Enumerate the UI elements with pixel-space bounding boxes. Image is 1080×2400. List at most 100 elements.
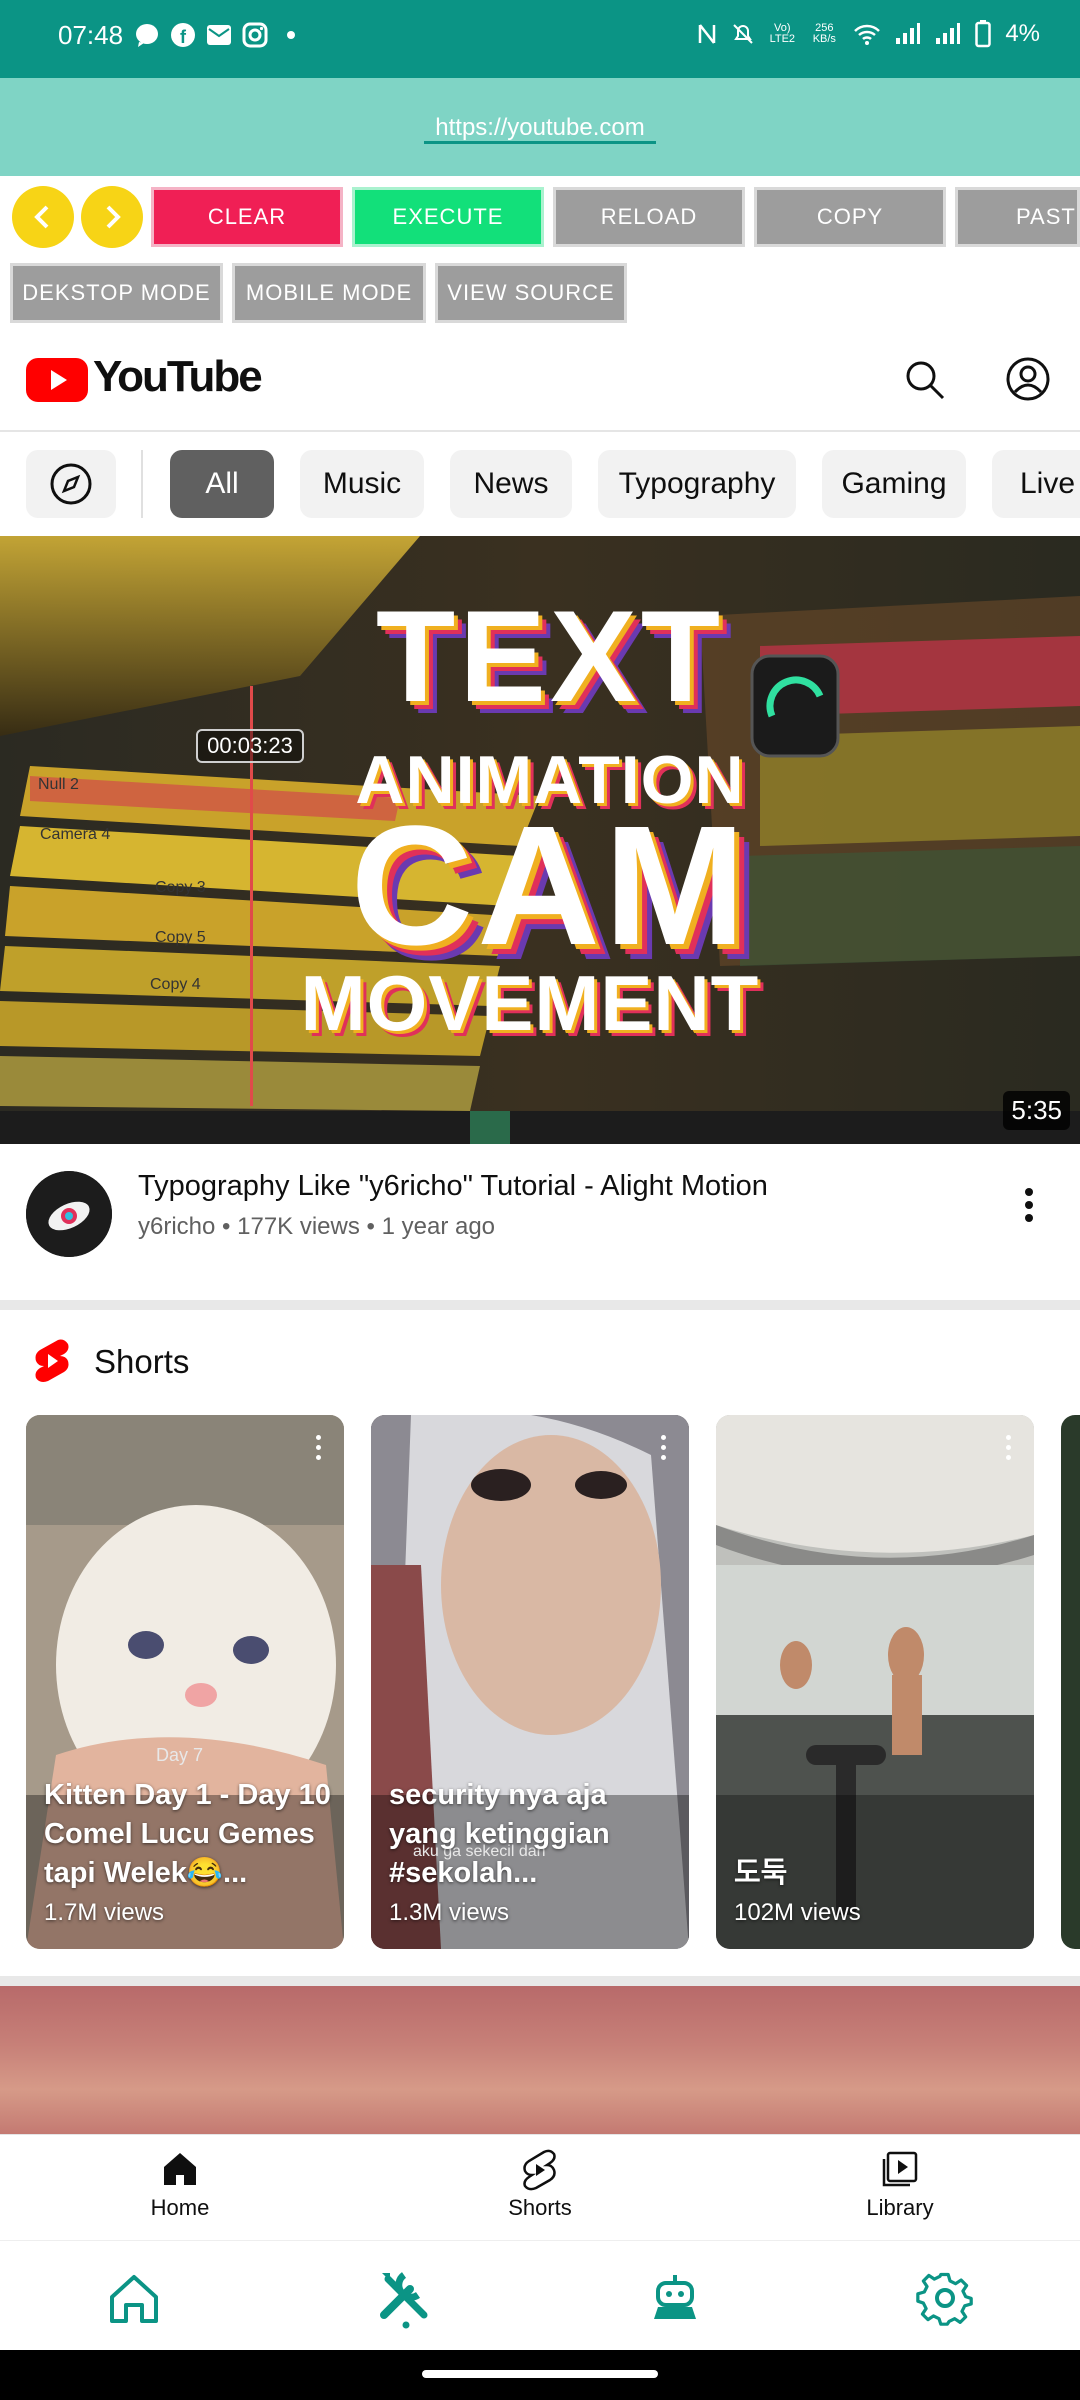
meta-separator: • xyxy=(222,1213,238,1240)
compass-icon xyxy=(50,463,92,505)
instagram-icon xyxy=(242,22,268,48)
dot-icon xyxy=(287,31,295,39)
thumb-track-label: Copy 4 xyxy=(150,976,201,993)
shorts-outline-icon xyxy=(523,2149,556,2191)
url-underline xyxy=(424,141,656,144)
video-meta: y6richo • 177K views • 1 year ago xyxy=(138,1213,495,1241)
status-bar: 07:48 f Vo) LTE2 256 KB/s 4% xyxy=(0,0,1080,78)
thumb-track-label: Camera 4 xyxy=(40,826,111,843)
thumbnail-title-line-4: MOVEMENT xyxy=(300,959,760,1047)
video-more-button[interactable] xyxy=(1014,1186,1044,1226)
chat-icon xyxy=(136,24,158,47)
chip-typography[interactable]: Typography xyxy=(598,450,796,518)
volte-label: Vo) LTE2 xyxy=(769,22,796,45)
video-title[interactable]: Typography Like "y6richo" Tutorial - Ali… xyxy=(138,1170,768,1203)
url-text[interactable]: https://youtube.com xyxy=(0,114,1080,142)
execute-button[interactable]: EXECUTE xyxy=(352,187,544,247)
thumbnail-title-line-1: TEXT xyxy=(375,583,725,729)
url-bar[interactable]: https://youtube.com xyxy=(0,78,1080,176)
youtube-play-icon xyxy=(26,358,88,402)
next-video-thumbnail[interactable] xyxy=(0,1986,1080,2134)
video-thumbnail[interactable]: 00:03:23 Null 2 Camera 4 Copy 3 Copy 5 C… xyxy=(0,536,1080,1144)
short-overlay-text: Day 7 xyxy=(156,1745,204,1765)
speed-label: 256 KB/s xyxy=(812,22,836,45)
notification-icons: f xyxy=(134,22,304,48)
forward-button[interactable] xyxy=(81,186,143,248)
signal-icon-1 xyxy=(896,23,921,44)
chevron-left-icon xyxy=(34,205,49,229)
kebab-dot xyxy=(1025,1201,1033,1209)
desktop-mode-button[interactable]: DEKSTOP MODE xyxy=(10,263,223,323)
back-button[interactable] xyxy=(12,186,74,248)
short-title: 도둑 xyxy=(734,1857,788,1889)
short-title: security nya aja yang ketinggian #sekola… xyxy=(389,1779,610,1889)
thumb-track-label: Copy 3 xyxy=(155,879,206,896)
chip-live[interactable]: Live xyxy=(992,450,1080,518)
tools-icon[interactable] xyxy=(374,2265,438,2329)
video-age: 1 year ago xyxy=(381,1213,496,1240)
youtube-bottom-nav: Home Shorts Library xyxy=(0,2134,1080,2239)
nfc-icon xyxy=(699,24,716,44)
copy-button[interactable]: COPY xyxy=(754,187,946,247)
shorts-logo-icon xyxy=(35,1339,69,1382)
chip-all[interactable]: All xyxy=(170,450,274,518)
library-icon xyxy=(882,2151,918,2187)
nav-library-label: Library xyxy=(866,2195,934,2220)
mobile-mode-button[interactable]: MOBILE MODE xyxy=(232,263,426,323)
channel-avatar[interactable] xyxy=(26,1171,112,1257)
nav-home-label: Home xyxy=(150,2195,210,2220)
home-indicator[interactable] xyxy=(422,2370,658,2378)
svg-text:f: f xyxy=(180,27,187,47)
video-channel[interactable]: y6richo xyxy=(138,1213,215,1240)
chip-news[interactable]: News xyxy=(450,450,572,518)
short-more-button[interactable] xyxy=(1006,1435,1012,1461)
thumb-track-label: Null 2 xyxy=(38,776,79,793)
facebook-icon: f xyxy=(171,23,195,47)
short-more-button[interactable] xyxy=(316,1435,322,1461)
status-time: 07:48 xyxy=(58,20,124,50)
signal-icon-2 xyxy=(936,23,961,44)
nav-shorts[interactable]: Shorts xyxy=(460,2143,620,2233)
short-card-partial[interactable] xyxy=(1061,1415,1080,1949)
shorts-header: Shorts xyxy=(94,1343,190,1380)
chip-music[interactable]: Music xyxy=(300,450,424,518)
nav-library[interactable]: Library xyxy=(820,2143,980,2233)
short-card[interactable]: 도둑 102M views xyxy=(716,1415,1034,1949)
home-icon[interactable] xyxy=(106,2271,162,2327)
short-title: Kitten Day 1 - Day 10 Comel Lucu Gemes t… xyxy=(44,1779,331,1889)
explore-chip[interactable] xyxy=(26,450,116,518)
robot-icon[interactable] xyxy=(646,2269,704,2327)
mute-icon xyxy=(733,24,754,44)
mail-icon xyxy=(207,25,231,45)
short-card[interactable]: aku ga sekecil dan security nya aja yang… xyxy=(371,1415,689,1949)
settings-icon[interactable] xyxy=(916,2269,974,2327)
short-card[interactable]: Day 7 Kitten Day 1 - Day 10 Comel Lucu G… xyxy=(26,1415,344,1949)
kebab-dot xyxy=(1025,1188,1033,1196)
paste-button[interactable]: PASTE xyxy=(955,187,1080,247)
chevron-right-icon xyxy=(106,205,121,229)
nav-shorts-label: Shorts xyxy=(508,2195,572,2220)
meta-separator: • xyxy=(366,1213,382,1240)
clear-button[interactable]: CLEAR xyxy=(151,187,343,247)
channel-logo-icon xyxy=(26,1171,112,1257)
battery-icon xyxy=(975,20,992,48)
short-views: 1.7M views xyxy=(44,1899,165,1926)
system-gesture-bar xyxy=(0,2350,1080,2400)
search-icon[interactable] xyxy=(903,358,947,402)
account-icon[interactable] xyxy=(1005,356,1051,402)
chip-divider xyxy=(141,450,143,518)
home-filled-icon xyxy=(164,2153,196,2185)
short-views: 102M views xyxy=(734,1899,861,1926)
nav-home[interactable]: Home xyxy=(100,2143,260,2233)
video-views: 177K views xyxy=(237,1213,360,1240)
thumb-track-label: Copy 5 xyxy=(155,929,206,946)
youtube-logo[interactable] xyxy=(26,358,88,407)
chip-gaming[interactable]: Gaming xyxy=(822,450,966,518)
app-bottom-nav xyxy=(0,2240,1080,2349)
kebab-dot xyxy=(1025,1214,1033,1222)
view-source-button[interactable]: VIEW SOURCE xyxy=(435,263,627,323)
section-separator xyxy=(0,1976,1080,1986)
reload-button[interactable]: RELOAD xyxy=(553,187,745,247)
short-more-button[interactable] xyxy=(661,1435,667,1461)
youtube-logo-text[interactable]: YouTube xyxy=(93,352,263,402)
